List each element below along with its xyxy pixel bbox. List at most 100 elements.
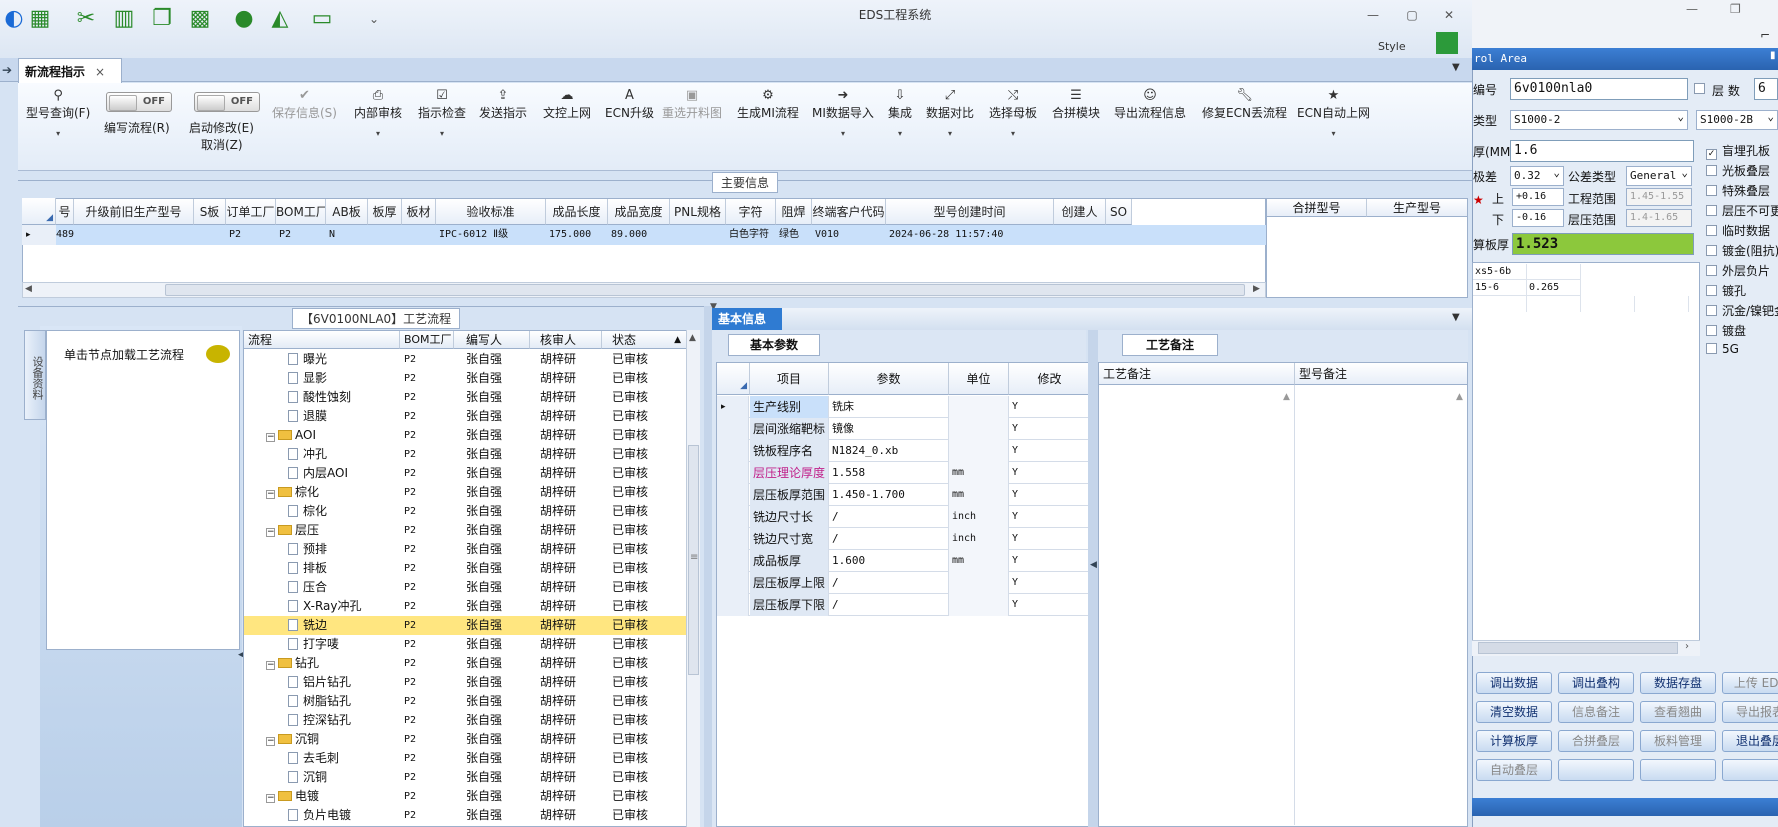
param-value[interactable]: N1824_0.xb — [829, 440, 949, 462]
tree-row[interactable]: 酸性蚀刻 P2 张自强 胡梓研 已审核 — [244, 388, 686, 407]
main-cell-12[interactable]: 白色字符 — [726, 225, 776, 245]
lower-tolerance-input[interactable]: -0.16 — [1512, 209, 1564, 227]
tree-row[interactable]: − AOI P2 张自强 胡梓研 已审核 — [244, 426, 686, 445]
tree-row[interactable]: 曝光 P2 张自强 胡梓研 已审核 — [244, 350, 686, 369]
tab-process-remarks[interactable]: 工艺备注 — [1122, 334, 1218, 356]
tree-row[interactable]: 负片电镀 P2 张自强 胡梓研 已审核 — [244, 806, 686, 825]
lamination-range-input[interactable]: 1.4-1.65 — [1626, 209, 1692, 227]
checkbox-box[interactable] — [1706, 165, 1717, 176]
expand-icon[interactable]: − — [266, 737, 275, 746]
option-checkbox[interactable]: 特殊叠层 — [1706, 182, 1770, 199]
param-value[interactable]: 1.600 — [829, 550, 949, 572]
engineering-range-input[interactable]: 1.45-1.55 — [1626, 188, 1692, 206]
tree-row[interactable]: 预排 P2 张自强 胡梓研 已审核 — [244, 540, 686, 559]
param-row[interactable]: 铣板程序名 N1824_0.xb Y — [717, 440, 1091, 462]
tree-row[interactable]: − 棕化 P2 张自强 胡梓研 已审核 — [244, 483, 686, 502]
option-checkbox[interactable]: 光板叠层 — [1706, 162, 1770, 179]
stackup-menu-icon[interactable]: ⌐ — [1760, 28, 1770, 42]
stackup-action-button[interactable] — [1640, 759, 1716, 781]
integrate-button[interactable]: ⇩ 集成 ▾ — [888, 88, 912, 138]
internal-review-button[interactable]: ⎙ 内部审核 ▾ — [354, 88, 402, 138]
layers-checkbox[interactable] — [1694, 82, 1710, 96]
tree-node[interactable]: − 沉铜 — [266, 730, 319, 749]
checkbox-box[interactable] — [1706, 305, 1717, 316]
stackup-cell[interactable] — [1527, 264, 1581, 280]
generate-mi-process-button[interactable]: ⚙ 生成MI流程 — [737, 88, 799, 121]
tree-row[interactable]: 控深钻孔 P2 张自强 胡梓研 已审核 — [244, 711, 686, 730]
tree-node[interactable]: 控深钻孔 — [288, 711, 351, 730]
option-checkbox[interactable]: 镀盘 — [1706, 322, 1746, 339]
checkbox-box[interactable] — [1706, 285, 1717, 296]
doc-control-online-button[interactable]: ☁ 文控上网 — [543, 88, 591, 121]
copy-icon[interactable]: ❐ — [148, 4, 176, 34]
option-checkbox[interactable]: 临时数据 — [1706, 222, 1770, 239]
stackup-action-button[interactable] — [1722, 759, 1778, 781]
ecn-upgrade-button[interactable]: A ECN升级 — [605, 88, 654, 121]
close-button[interactable]: ✕ — [1440, 6, 1458, 24]
main-cell-9[interactable]: 175.000 — [546, 225, 608, 245]
tree-row[interactable]: 排板 P2 张自强 胡梓研 已审核 — [244, 559, 686, 578]
save-info-button[interactable]: ✔ 保存信息(S) — [272, 88, 337, 121]
option-checkbox[interactable]: 5G — [1706, 342, 1739, 356]
tree-row[interactable]: 棕化 P2 张自强 胡梓研 已审核 — [244, 502, 686, 521]
tree-node[interactable]: 冲孔 — [288, 445, 327, 464]
expand-icon[interactable]: − — [266, 433, 275, 442]
data-compare-button[interactable]: ⤢ 数据对比 ▾ — [926, 88, 974, 138]
stackup-action-button[interactable]: 调出数据 — [1476, 672, 1552, 694]
upper-tolerance-input[interactable]: +0.16 — [1512, 188, 1564, 206]
stackup-action-button[interactable]: 合拼叠层 — [1558, 730, 1634, 752]
stackup-action-button[interactable]: 数据存盘 — [1640, 672, 1716, 694]
stackup-cell[interactable]: 0.265 — [1527, 280, 1581, 296]
part-number-input[interactable]: 6v0100nla0 — [1510, 78, 1688, 100]
tree-node[interactable]: − AOI — [266, 426, 316, 445]
option-checkbox[interactable]: 镀孔 — [1706, 282, 1746, 299]
material-type-select[interactable]: S1000-2 — [1510, 110, 1688, 130]
tree-node[interactable]: 棕化 — [288, 502, 327, 521]
scissors-icon[interactable]: ✂ — [72, 4, 100, 34]
tree-node[interactable]: 铣边 — [288, 616, 327, 635]
param-row[interactable]: 层压板厚下限 / Y — [717, 594, 1091, 616]
option-checkbox[interactable]: ✓ 盲埋孔板 — [1706, 142, 1770, 160]
checkbox-box[interactable] — [1706, 343, 1717, 354]
material-type-select-2[interactable]: S1000-2B — [1696, 110, 1778, 130]
reselect-cutting-chart-button[interactable]: ▣ 重选开料图 — [662, 88, 722, 121]
tree-node[interactable]: 内层AOI — [288, 464, 348, 483]
tab-new-process[interactable]: 新流程指示 × — [18, 58, 122, 83]
stackup-action-button[interactable]: 板料管理 — [1640, 730, 1716, 752]
checkbox-box[interactable]: ✓ — [1706, 149, 1717, 160]
main-cell-5[interactable]: N — [326, 225, 368, 245]
stackup-cell[interactable]: xs5-6b — [1473, 264, 1527, 280]
stackup-restore-button[interactable]: ❐ — [1730, 2, 1741, 16]
vertical-splitter[interactable] — [704, 306, 712, 827]
tree-node[interactable]: 打字唛 — [288, 635, 339, 654]
checkbox-box[interactable] — [1706, 245, 1717, 256]
style-menu[interactable]: Style — [1378, 40, 1406, 53]
main-cell-16[interactable] — [1054, 225, 1106, 245]
stackup-action-button[interactable]: 上传 EDS — [1722, 672, 1778, 694]
stackup-action-button[interactable] — [1558, 759, 1634, 781]
tree-row[interactable]: 打字唛 P2 张自强 胡梓研 已审核 — [244, 635, 686, 654]
stackup-action-button[interactable]: 导出报表 — [1722, 701, 1778, 723]
param-row[interactable]: ▸ 生产线别 铣床 Y — [717, 396, 1091, 418]
layers-input[interactable]: 6 — [1754, 78, 1778, 100]
tree-node[interactable]: 预排 — [288, 540, 327, 559]
start-edit-toggle[interactable]: OFF — [194, 92, 260, 112]
param-row[interactable]: 成品板厚 1.600 mm Y — [717, 550, 1091, 572]
param-value[interactable]: / — [829, 572, 949, 594]
param-row[interactable]: 层压板厚上限 / Y — [717, 572, 1091, 594]
collapse-right-icon[interactable]: ◀ — [1090, 560, 1097, 570]
main-cell-4[interactable]: P2 — [276, 225, 326, 245]
app-menu-icon[interactable]: ◐ — [0, 4, 28, 34]
tree-row[interactable]: − 钻孔 P2 张自强 胡梓研 已审核 — [244, 654, 686, 673]
customize-icon[interactable]: ⌄ — [360, 4, 388, 34]
send-instruction-button[interactable]: ⇪ 发送指示 — [479, 88, 527, 121]
stackup-action-button[interactable]: 退出叠层 — [1722, 730, 1778, 752]
control-bar-pin-icon[interactable]: ▮ — [1770, 50, 1776, 61]
param-value[interactable]: / — [829, 506, 949, 528]
tree-row[interactable]: 压合 P2 张自强 胡梓研 已审核 — [244, 578, 686, 597]
tab-basic-params[interactable]: 基本参数 — [728, 334, 820, 356]
tree-node[interactable]: 去毛刺 — [288, 749, 339, 768]
table-icon[interactable]: ▦ — [26, 4, 54, 34]
tree-node[interactable]: 铝片钻孔 — [288, 673, 351, 692]
param-row[interactable]: 铣边尺寸长 / inch Y — [717, 506, 1091, 528]
